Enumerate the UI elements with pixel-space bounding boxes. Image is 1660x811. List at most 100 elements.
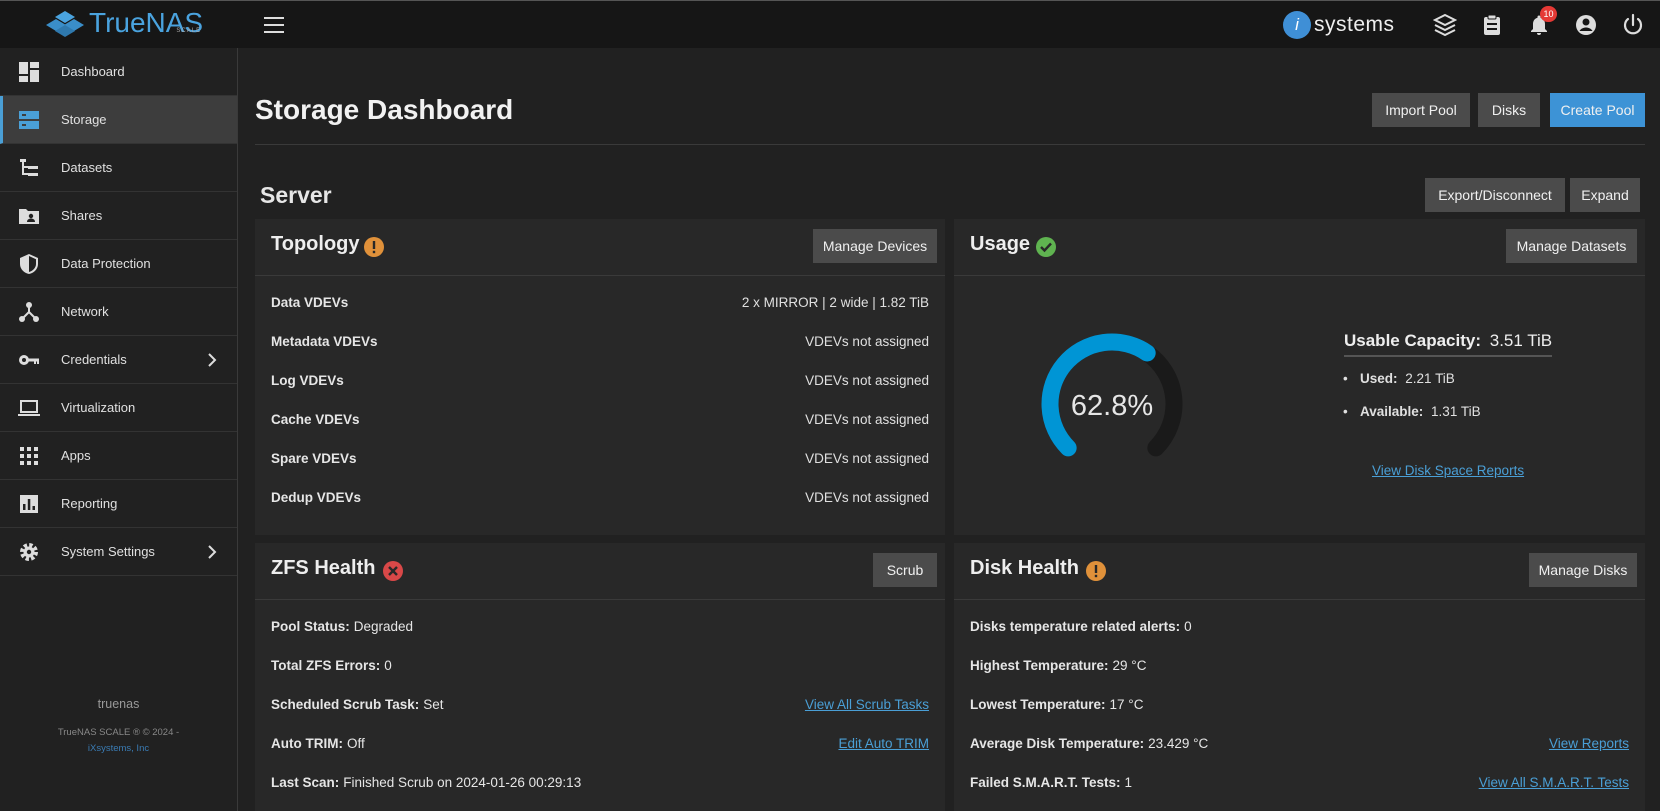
storage-icon (19, 111, 39, 129)
usage-breakdown-available: • Available: 1.31 TiB (1343, 404, 1481, 419)
dedup-vdevs-label: Dedup VDEVs (271, 490, 362, 505)
data-vdevs-value: 2 x MIRROR | 2 wide | 1.82 TiB (741, 295, 929, 310)
card-header: Disk Health Manage Disks (954, 543, 1645, 600)
sidebar-item-virtualization[interactable]: Virtualization (0, 384, 237, 432)
chevron-right-icon (208, 353, 217, 367)
ix-logo-text: systems (1314, 13, 1395, 36)
sidebar-item-shares[interactable]: Shares (0, 192, 237, 240)
sidebar-item-data-protection[interactable]: Data Protection (0, 240, 237, 288)
topology-title: Topology (271, 233, 360, 255)
ixsystems-logo[interactable]: i systems (1283, 11, 1395, 39)
sidebar-item-apps[interactable]: Apps (0, 432, 237, 480)
used-value: 2.21 TiB (1405, 371, 1455, 386)
account-icon[interactable] (1574, 13, 1598, 37)
sidebar-item-label: Data Protection (61, 256, 151, 271)
create-pool-button[interactable]: Create Pool (1550, 93, 1645, 127)
company-link[interactable]: iXsystems, Inc (0, 743, 237, 754)
cache-vdevs-value: VDEVs not assigned (805, 412, 929, 427)
card-header: Topology Manage Devices (255, 219, 945, 276)
ix-logo-mark: i (1283, 11, 1311, 39)
pool-name: Server (260, 182, 332, 208)
warning-icon (1086, 561, 1106, 581)
laptop-icon (18, 400, 40, 416)
usage-gauge: 62.8% (1041, 333, 1183, 457)
disk-health-title: Disk Health (970, 557, 1079, 579)
sidebar-item-reporting[interactable]: Reporting (0, 480, 237, 528)
usage-breakdown: • Used: 2.21 TiB (1343, 371, 1455, 386)
import-pool-button[interactable]: Import Pool (1372, 93, 1470, 127)
sidebar-item-label: Virtualization (61, 400, 136, 415)
last-scan: Last Scan: Finished Scrub on 2024-01-26 0… (271, 775, 581, 790)
edit-auto-trim-link[interactable]: Edit Auto TRIM (838, 736, 929, 751)
auto-trim-label: Auto TRIM: (271, 736, 343, 751)
power-icon[interactable] (1621, 13, 1645, 37)
gear-icon (20, 543, 38, 561)
hostname: truenas (97, 697, 140, 711)
sidebar-item-label: Credentials (61, 352, 127, 367)
zfs-health-card: ZFS Health Scrub Pool Status: Degraded To… (255, 543, 945, 811)
scrub-button[interactable]: Scrub (873, 553, 937, 587)
jobs-clipboard-icon[interactable] (1480, 13, 1504, 37)
data-vdevs-label: Data VDEVs (271, 295, 349, 310)
average-disk-temperature-value: 23.429 °C (1148, 736, 1209, 751)
spare-vdevs-value: VDEVs not assigned (805, 451, 929, 466)
sidebar-item-label: Reporting (61, 496, 118, 511)
view-all-scrub-tasks-link[interactable]: View All Scrub Tasks (805, 697, 929, 712)
menu-toggle-button[interactable] (264, 17, 284, 33)
sidebar-item-datasets[interactable]: Datasets (0, 144, 237, 192)
sidebar-item-label: Datasets (61, 160, 113, 175)
sidebar-item-storage[interactable]: Storage (0, 96, 237, 144)
view-disk-space-reports-link[interactable]: View Disk Space Reports (1372, 463, 1524, 478)
pool-status: Pool Status: Degraded (271, 619, 413, 634)
last-scan-value: Finished Scrub on 2024-01-26 00:29:13 (343, 775, 582, 790)
key-icon (19, 355, 39, 365)
manage-disks-button[interactable]: Manage Disks (1529, 553, 1637, 587)
failed-smart-tests-label: Failed S.M.A.R.T. Tests: (970, 775, 1121, 790)
temperature-alerts-value: 0 (1184, 619, 1192, 634)
spare-vdevs-label: Spare VDEVs (271, 451, 357, 466)
available-item: • Available: 1.31 TiB (1343, 404, 1481, 419)
truenas-logo-icon (46, 11, 84, 37)
lowest-temperature: Lowest Temperature: 17 °C (970, 697, 1143, 712)
sidebar-item-dashboard[interactable]: Dashboard (0, 48, 237, 96)
truecommand-icon[interactable] (1433, 13, 1457, 37)
shares-icon (19, 209, 39, 224)
auto-trim: Auto TRIM: Off (271, 736, 365, 751)
total-zfs-errors-label: Total ZFS Errors: (271, 658, 381, 673)
usage-card: Usage Manage Datasets 62.8% Usable Capac… (954, 219, 1645, 535)
sidebar-item-network[interactable]: Network (0, 288, 237, 336)
logo-edition: SCALE (176, 28, 202, 34)
view-reports-link[interactable]: View Reports (1549, 736, 1629, 751)
sidebar-item-label: Apps (61, 448, 91, 463)
truenas-logo[interactable]: TrueNAS SCALE (45, 9, 203, 37)
page-title: Storage Dashboard (255, 94, 514, 125)
shield-icon (20, 254, 38, 274)
notification-badge: 10 (1540, 6, 1557, 22)
card-header: Usage Manage Datasets (954, 219, 1645, 276)
metadata-vdevs-value: VDEVs not assigned (805, 334, 929, 349)
reporting-icon (20, 495, 38, 513)
sidebar-item-credentials[interactable]: Credentials (0, 336, 237, 384)
scheduled-scrub-task-label: Scheduled Scrub Task: (271, 697, 420, 712)
usage-title: Usage (970, 233, 1031, 255)
view-all-smart-tests-link[interactable]: View All S.M.A.R.T. Tests (1479, 775, 1629, 790)
disks-button[interactable]: Disks (1478, 93, 1540, 127)
export-disconnect-button[interactable]: Export/Disconnect (1425, 178, 1565, 212)
check-circle-icon (1036, 237, 1056, 257)
manage-devices-button[interactable]: Manage Devices (813, 229, 937, 263)
topology-card: Topology Manage Devices Data VDEVs 2 x M… (255, 219, 945, 535)
pool-status-value: Degraded (353, 619, 414, 634)
available-value: 1.31 TiB (1431, 404, 1481, 419)
sidebar-item-system-settings[interactable]: System Settings (0, 528, 237, 576)
network-icon (19, 302, 39, 322)
datasets-icon (20, 159, 38, 176)
warning-icon (364, 237, 384, 257)
error-icon (383, 561, 403, 581)
cache-vdevs-label: Cache VDEVs (271, 412, 360, 427)
manage-datasets-button[interactable]: Manage Datasets (1506, 229, 1637, 263)
logo-text: TrueNAS SCALE (89, 9, 203, 37)
auto-trim-value: Off (346, 736, 365, 751)
dedup-vdevs-value: VDEVs not assigned (805, 490, 929, 505)
expand-button[interactable]: Expand (1570, 178, 1640, 212)
lowest-temperature-value: 17 °C (1109, 697, 1144, 712)
